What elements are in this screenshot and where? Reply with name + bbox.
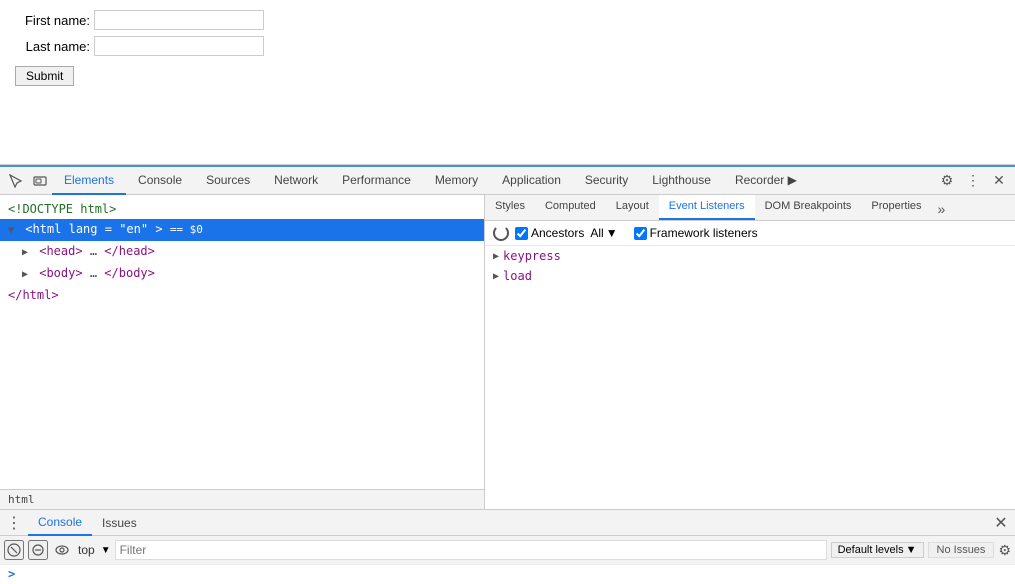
tab-memory[interactable]: Memory — [423, 167, 490, 195]
dom-head[interactable]: ▶ <head> … </head> — [0, 241, 484, 263]
devtools-topbar-right: ⚙ ⋮ ✕ — [935, 169, 1011, 193]
tab-event-listeners[interactable]: Event Listeners — [659, 195, 755, 220]
all-label: All — [590, 226, 603, 240]
last-name-input[interactable] — [94, 36, 264, 56]
tab-computed[interactable]: Computed — [535, 195, 606, 220]
load-label: load — [503, 269, 532, 283]
more-tabs-button[interactable]: » — [932, 198, 952, 220]
ancestors-checkbox-label[interactable]: Ancestors — [515, 226, 584, 240]
tab-layout[interactable]: Layout — [606, 195, 659, 220]
tab-recorder[interactable]: Recorder ▶ — [723, 167, 809, 195]
console-filter-input[interactable] — [115, 540, 827, 560]
first-name-row: First name: — [15, 10, 1000, 30]
tab-dom-breakpoints[interactable]: DOM Breakpoints — [755, 195, 862, 220]
framework-checkbox-label[interactable]: Framework listeners — [634, 226, 758, 240]
default-levels-label: Default levels — [838, 544, 904, 556]
console-tab-issues[interactable]: Issues — [92, 510, 147, 536]
expand-html[interactable]: ▼ — [8, 222, 18, 240]
last-name-label: Last name: — [15, 39, 90, 54]
devtools-panel: Elements Console Sources Network Perform… — [0, 164, 1015, 584]
expand-body[interactable]: ▶ — [22, 266, 32, 284]
settings-button[interactable]: ⚙ — [935, 169, 959, 193]
console-prompt-symbol: > — [8, 567, 15, 581]
event-listeners-content: Ancestors All ▼ Framework listeners ▶ ke… — [485, 221, 1015, 509]
default-levels-arrow: ▼ — [906, 544, 917, 556]
tab-performance[interactable]: Performance — [330, 167, 423, 195]
event-load[interactable]: ▶ load — [485, 266, 1015, 286]
device-toolbar-button[interactable] — [28, 169, 52, 193]
tab-security[interactable]: Security — [573, 167, 640, 195]
eye-icon[interactable] — [52, 542, 72, 558]
top-label: top — [76, 543, 97, 557]
expand-head[interactable]: ▶ — [22, 244, 32, 262]
dom-body[interactable]: ▶ <body> … </body> — [0, 263, 484, 285]
console-no-filter-button[interactable] — [28, 540, 48, 560]
console-dot-menu[interactable]: ⋮ — [0, 513, 28, 533]
tab-console[interactable]: Console — [126, 167, 194, 195]
ancestors-label: Ancestors — [531, 226, 584, 240]
ancestors-checkbox[interactable] — [515, 227, 528, 240]
event-keypress[interactable]: ▶ keypress — [485, 246, 1015, 266]
top-dropdown-arrow[interactable]: ▼ — [101, 545, 111, 556]
submit-button[interactable]: Submit — [15, 66, 74, 86]
first-name-label: First name: — [15, 13, 90, 28]
console-prompt-line: > — [0, 564, 1015, 584]
framework-checkbox[interactable] — [634, 227, 647, 240]
framework-label: Framework listeners — [650, 226, 758, 240]
page-content: First name: Last name: Submit — [0, 0, 1015, 165]
inspect-element-button[interactable] — [4, 169, 28, 193]
tab-network[interactable]: Network — [262, 167, 330, 195]
keypress-arrow[interactable]: ▶ — [493, 251, 499, 262]
dropdown-arrow: ▼ — [606, 226, 618, 240]
tab-properties[interactable]: Properties — [861, 195, 931, 220]
console-tab-console[interactable]: Console — [28, 510, 92, 536]
keypress-label: keypress — [503, 249, 561, 263]
last-name-row: Last name: — [15, 36, 1000, 56]
tab-elements[interactable]: Elements — [52, 167, 126, 195]
styles-panel: Styles Computed Layout Event Listeners D… — [485, 195, 1015, 509]
console-gear-icon[interactable]: ⚙ — [998, 542, 1011, 559]
ancestors-dropdown[interactable]: All ▼ — [590, 226, 617, 240]
tab-sources[interactable]: Sources — [194, 167, 262, 195]
first-name-input[interactable] — [94, 10, 264, 30]
console-input-bar: top ▼ Default levels ▼ No Issues ⚙ — [0, 536, 1015, 564]
submit-row: Submit — [15, 62, 1000, 86]
devtools-tabs: Elements Console Sources Network Perform… — [52, 167, 935, 195]
dom-tree: <!DOCTYPE html> ▼ <html lang = "en" > ==… — [0, 195, 484, 489]
load-arrow[interactable]: ▶ — [493, 271, 499, 282]
tab-lighthouse[interactable]: Lighthouse — [640, 167, 723, 195]
no-issues-badge: No Issues — [928, 542, 995, 558]
close-devtools-button[interactable]: ✕ — [987, 169, 1011, 193]
console-bar: ⋮ Console Issues ✕ — [0, 509, 1015, 584]
console-close-button[interactable]: ✕ — [991, 513, 1011, 533]
breadcrumb: html — [0, 489, 484, 509]
devtools-body: <!DOCTYPE html> ▼ <html lang = "en" > ==… — [0, 195, 1015, 509]
refresh-icon[interactable] — [493, 225, 509, 241]
doctype-text: <!DOCTYPE html> — [8, 202, 116, 216]
more-options-button[interactable]: ⋮ — [961, 169, 985, 193]
tab-styles[interactable]: Styles — [485, 195, 535, 220]
dom-doctype[interactable]: <!DOCTYPE html> — [0, 199, 484, 219]
devtools-topbar: Elements Console Sources Network Perform… — [0, 167, 1015, 195]
ancestors-bar: Ancestors All ▼ Framework listeners — [485, 221, 1015, 246]
dom-html[interactable]: ▼ <html lang = "en" > == $0 — [0, 219, 484, 241]
elements-panel: <!DOCTYPE html> ▼ <html lang = "en" > ==… — [0, 195, 485, 509]
console-clear-button[interactable] — [4, 540, 24, 560]
dom-html-close[interactable]: </html> — [0, 285, 484, 305]
tab-application[interactable]: Application — [490, 167, 573, 195]
console-tabs-row: ⋮ Console Issues ✕ — [0, 510, 1015, 536]
styles-tabs: Styles Computed Layout Event Listeners D… — [485, 195, 1015, 221]
breadcrumb-html[interactable]: html — [8, 493, 35, 506]
default-levels-button[interactable]: Default levels ▼ — [831, 542, 924, 558]
